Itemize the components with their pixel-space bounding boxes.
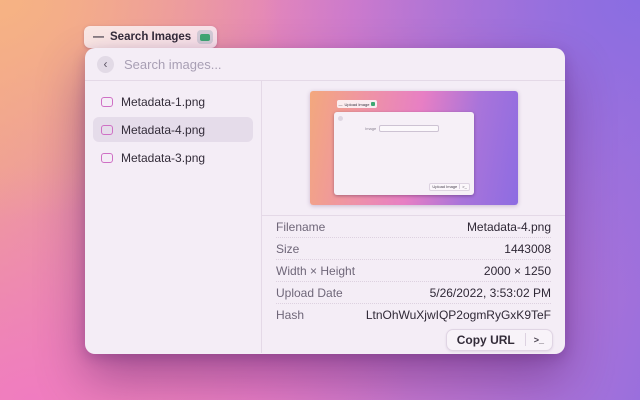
launcher-pill[interactable]: — Search Images [84,26,217,48]
mini-pill-title: Upload Image [345,102,370,107]
mini-upload-button-label: Upload Image [432,184,457,189]
metadata-row-filename: Filename Metadata-4.png [276,216,551,238]
image-preview: — Upload Image Image Upload Image [310,91,518,205]
metadata-value: Metadata-4.png [467,220,551,234]
preview-mini-window: Image Upload Image >_ [334,112,473,195]
metadata-value: 2000 × 1250 [484,264,551,278]
metadata-value: LtnOhWuXjwIQP2ogmRyGxK9TeF [366,308,551,322]
mini-form-label: Image [365,126,376,131]
metadata-value: 1443008 [504,242,551,256]
mini-dash-icon: — [339,102,343,107]
mini-text-input [379,125,439,132]
list-item-metadata-3[interactable]: Metadata-3.png [93,145,253,170]
metadata-value: 5/26/2022, 3:53:02 PM [430,286,551,300]
metadata-label: Size [276,242,299,256]
action-bar: Copy URL >_ [262,326,565,353]
mini-button-divider [459,184,460,189]
mini-upload-button: Upload Image >_ [429,183,469,191]
detail-panel: — Upload Image Image Upload Image [262,81,565,353]
list-item-label: Metadata-4.png [121,123,205,137]
metadata-label: Hash [276,308,304,322]
list-item-metadata-4[interactable]: Metadata-4.png [93,117,253,142]
search-bar: ‹ [85,48,565,81]
mini-terminal-icon: >_ [462,184,467,189]
list-item-label: Metadata-1.png [121,95,205,109]
file-list: Metadata-1.png Metadata-4.png Metadata-3… [85,81,262,353]
metadata-label: Width × Height [276,264,355,278]
preview-mini-pill: — Upload Image [337,100,378,108]
mini-form-row: Image [365,125,439,132]
action-button-group: Copy URL >_ [446,329,553,351]
metadata-row-dimensions: Width × Height 2000 × 1250 [276,260,551,282]
terminal-icon[interactable]: >_ [526,335,552,345]
metadata-row-hash: Hash LtnOhWuXjwIQP2ogmRyGxK9TeF [276,304,551,326]
search-input[interactable] [124,57,553,72]
preview-area: — Upload Image Image Upload Image [262,81,565,215]
metadata-row-upload-date: Upload Date 5/26/2022, 3:53:02 PM [276,282,551,304]
desktop-background: — Search Images ‹ Metadata-1.png Metadat… [0,0,640,400]
dash-icon: — [93,32,104,43]
list-item-label: Metadata-3.png [121,151,205,165]
mini-extension-icon [371,102,375,106]
launcher-pill-title: Search Images [110,31,191,43]
metadata-label: Filename [276,220,325,234]
back-button[interactable]: ‹ [97,56,114,73]
metadata-row-size: Size 1443008 [276,238,551,260]
window-body: Metadata-1.png Metadata-4.png Metadata-3… [85,81,565,353]
search-images-window: ‹ Metadata-1.png Metadata-4.png Metadata… [85,48,565,354]
image-file-icon [101,125,113,135]
image-file-icon [101,97,113,107]
image-file-icon [101,153,113,163]
mini-back-icon [338,116,343,121]
copy-url-button[interactable]: Copy URL [447,333,525,347]
extension-icon [197,30,213,44]
metadata-table: Filename Metadata-4.png Size 1443008 Wid… [262,215,565,326]
metadata-label: Upload Date [276,286,343,300]
list-item-metadata-1[interactable]: Metadata-1.png [93,89,253,114]
